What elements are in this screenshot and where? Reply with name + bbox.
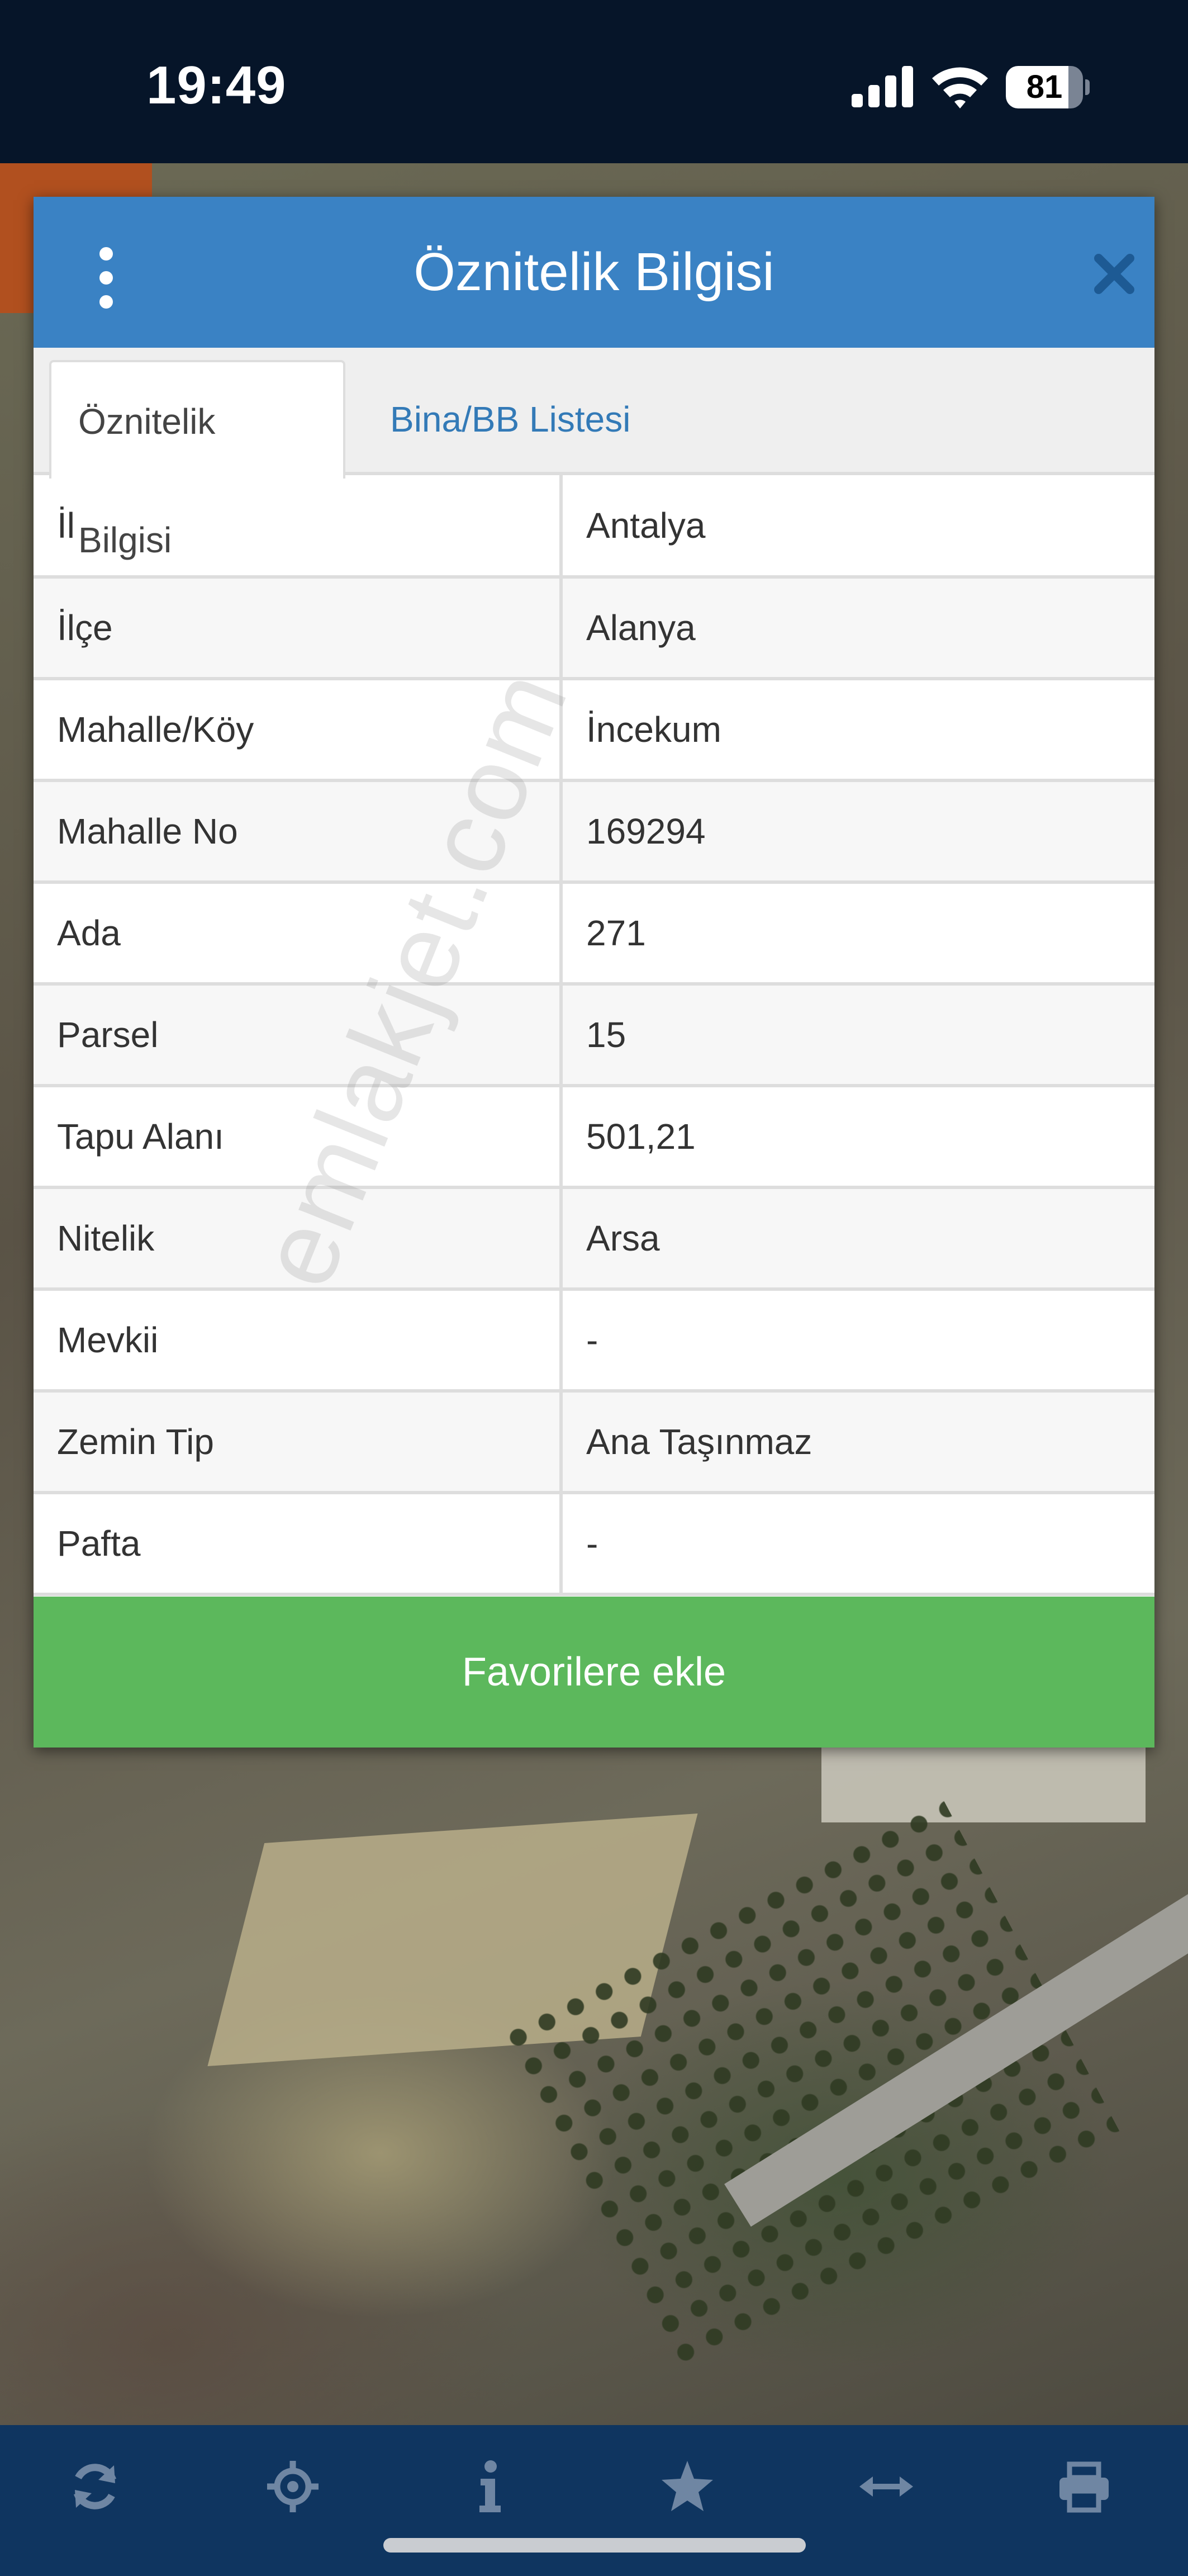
home-indicator[interactable] [383,2538,806,2553]
attribute-value: 271 [561,882,1154,986]
attribute-value: Ana Taşınmaz [561,1391,1154,1494]
table-row: İl Antalya [34,475,1154,579]
table-row: İlçe Alanya [34,577,1154,680]
refresh-icon[interactable] [67,2459,123,2515]
table-row: Mevkii - [34,1289,1154,1393]
attribute-label: Pafta [34,1493,563,1596]
close-icon[interactable] [1091,250,1138,297]
table-row: Parsel 15 [34,984,1154,1087]
table-row: Zemin Tip Ana Taşınmaz [34,1391,1154,1494]
attribute-label: Zemin Tip [34,1391,563,1494]
kebab-menu-icon[interactable] [95,247,117,309]
attribute-dialog: Öznitelik Bilgisi Öznitelik Bilgisi Bina… [34,197,1154,1748]
status-time: 19:49 [146,55,287,115]
dialog-header: Öznitelik Bilgisi [34,197,1154,348]
table-row: Mahalle No 169294 [34,780,1154,884]
dialog-title: Öznitelik Bilgisi [414,242,774,302]
table-row: Tapu Alanı 501,21 [34,1086,1154,1189]
table-row: Ada 271 [34,882,1154,986]
battery-level: 81 [1026,69,1063,105]
add-to-favorites-button[interactable]: Favorilere ekle [34,1597,1154,1748]
table-row: Pafta - [34,1493,1154,1596]
attribute-value: - [561,1493,1154,1596]
info-icon[interactable] [462,2459,517,2515]
tab-bar: Öznitelik Bilgisi Bina/BB Listesi [34,348,1154,560]
table-row: Nitelik Arsa [34,1187,1154,1291]
attribute-value: Arsa [561,1187,1154,1291]
attribute-value: - [561,1289,1154,1393]
tab-building-list[interactable]: Bina/BB Listesi [363,360,657,479]
map-building [821,1744,1146,1822]
locate-icon[interactable] [265,2459,321,2515]
battery-icon: 81 [1006,66,1090,108]
status-bar: 19:49 81 [0,0,1188,163]
attribute-label: İl [34,475,563,579]
attribute-value: Alanya [561,577,1154,680]
attribute-value: 501,21 [561,1086,1154,1189]
tab-attribute-info[interactable]: Öznitelik Bilgisi [49,360,345,560]
bottom-toolbar [0,2425,1188,2576]
attribute-value: 15 [561,984,1154,1087]
attribute-value: 169294 [561,780,1154,884]
attribute-label: Parsel [34,984,563,1087]
attribute-label: Mevkii [34,1289,563,1393]
table-row: Mahalle/Köy İncekum [34,679,1154,782]
measure-icon[interactable] [858,2459,914,2515]
star-icon[interactable] [659,2459,715,2515]
signal-icon [852,66,913,107]
wifi-icon [932,67,988,108]
attribute-value: Antalya [561,475,1154,579]
attribute-table: İl Antalya İlçe Alanya Mahalle/Köy İncekum Mah… [34,475,1154,1596]
print-icon[interactable] [1056,2459,1112,2515]
attribute-value: İncekum [561,679,1154,782]
